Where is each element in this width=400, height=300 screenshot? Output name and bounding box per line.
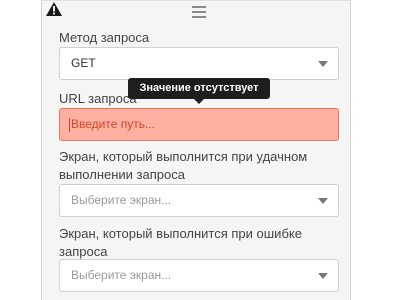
success-screen-select[interactable]: Выберите экран...	[59, 184, 339, 217]
error-screen-placeholder: Выберите экран...	[71, 268, 172, 282]
chevron-down-icon[interactable]	[318, 198, 328, 204]
drag-handle-icon[interactable]	[192, 6, 206, 18]
url-placeholder: Введите путь...	[71, 117, 155, 131]
method-label: Метод запроса	[59, 30, 150, 45]
success-screen-label: Экран, который выполнится при удачном вы…	[59, 149, 308, 182]
text-cursor	[69, 117, 70, 132]
success-screen-placeholder: Выберите экран...	[71, 193, 172, 207]
warning-icon[interactable]	[46, 2, 62, 16]
url-input[interactable]: Введите путь...	[59, 108, 339, 141]
method-select[interactable]: GET	[59, 47, 339, 80]
request-settings-panel: Метод запроса GET URL запроса Введите пу…	[41, 0, 351, 300]
method-value: GET	[71, 56, 96, 70]
error-screen-label: Экран, который выполнится при ошибке зап…	[59, 226, 302, 259]
validation-tooltip: Значение отсутствует	[128, 78, 270, 104]
error-screen-select[interactable]: Выберите экран...	[59, 259, 339, 292]
chevron-down-icon[interactable]	[318, 273, 328, 279]
chevron-down-icon[interactable]	[318, 61, 328, 67]
